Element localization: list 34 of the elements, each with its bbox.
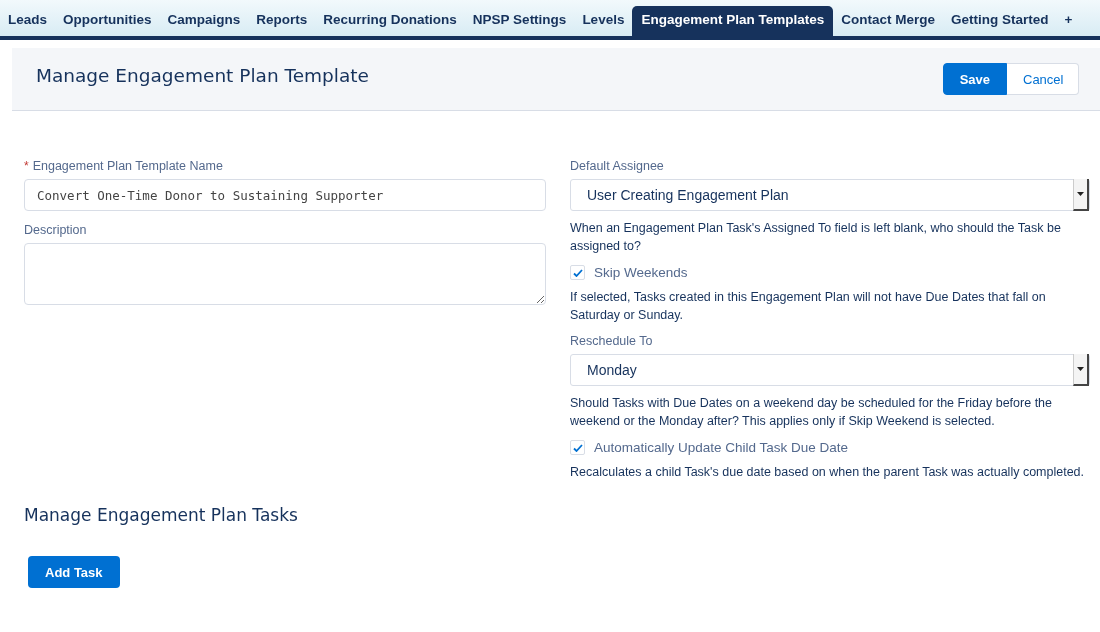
nav-tab[interactable]: Engagement Plan Templates: [632, 6, 834, 36]
field-label: Engagement Plan Template Name: [32, 159, 223, 173]
checkbox-label: Skip Weekends: [594, 265, 688, 280]
save-button[interactable]: Save: [942, 63, 1007, 95]
required-mark: *: [24, 159, 29, 173]
nav-tab[interactable]: Reports: [248, 6, 316, 36]
nav-tab[interactable]: Opportunities: [55, 6, 160, 36]
checkbox[interactable]: [570, 265, 585, 280]
field-label: Default Assignee: [570, 159, 665, 173]
checkbox[interactable]: [570, 440, 585, 455]
nav-tab[interactable]: Recurring Donations: [315, 6, 465, 36]
nav-tab[interactable]: Campaigns: [159, 6, 249, 36]
nav-tab[interactable]: NPSP Settings: [464, 6, 575, 36]
select-field[interactable]: User Creating Engagement Plan: [570, 179, 1090, 211]
add-task-button[interactable]: Add Task: [28, 556, 120, 588]
help-text: Should Tasks with Due Dates on a weekend day be scheduled for the Friday before the weekend or the Monday after? This applies only if Skip Weekend is selected.: [570, 395, 1053, 430]
nav-tab[interactable]: Levels: [574, 6, 633, 36]
field-label: Description: [24, 223, 87, 237]
field-label: Reschedule To: [570, 334, 654, 348]
checkbox-label: Automatically Update Child Task Due Date: [594, 440, 849, 455]
section-title: Manage Engagement Plan Tasks: [24, 505, 299, 525]
select-field[interactable]: Monday: [570, 354, 1090, 386]
help-text: If selected, Tasks created in this Engagement Plan will not have Due Dates that fall on Saturday or Sunday.: [570, 289, 1047, 324]
nav-tab[interactable]: Contact Merge: [833, 6, 943, 36]
nav-tab[interactable]: Getting Started: [943, 6, 1057, 36]
name-input[interactable]: Convert One-Time Donor to Sustaining Supporter: [24, 179, 546, 211]
help-text: When an Engagement Plan Task's Assigned To field is left blank, who should the Task be assigned to?: [570, 220, 1062, 255]
caret-icon: [1077, 192, 1084, 196]
help-text: Recalculates a child Task's due date based on when the parent Task was actually completed.: [570, 464, 1086, 481]
caret-icon: [1077, 367, 1084, 371]
nav-tab[interactable]: Leads: [0, 6, 56, 36]
page-title: Manage Engagement Plan Template: [36, 64, 369, 86]
cancel-button[interactable]: Cancel: [1007, 63, 1079, 95]
nav-tab[interactable]: +: [1056, 6, 1081, 36]
